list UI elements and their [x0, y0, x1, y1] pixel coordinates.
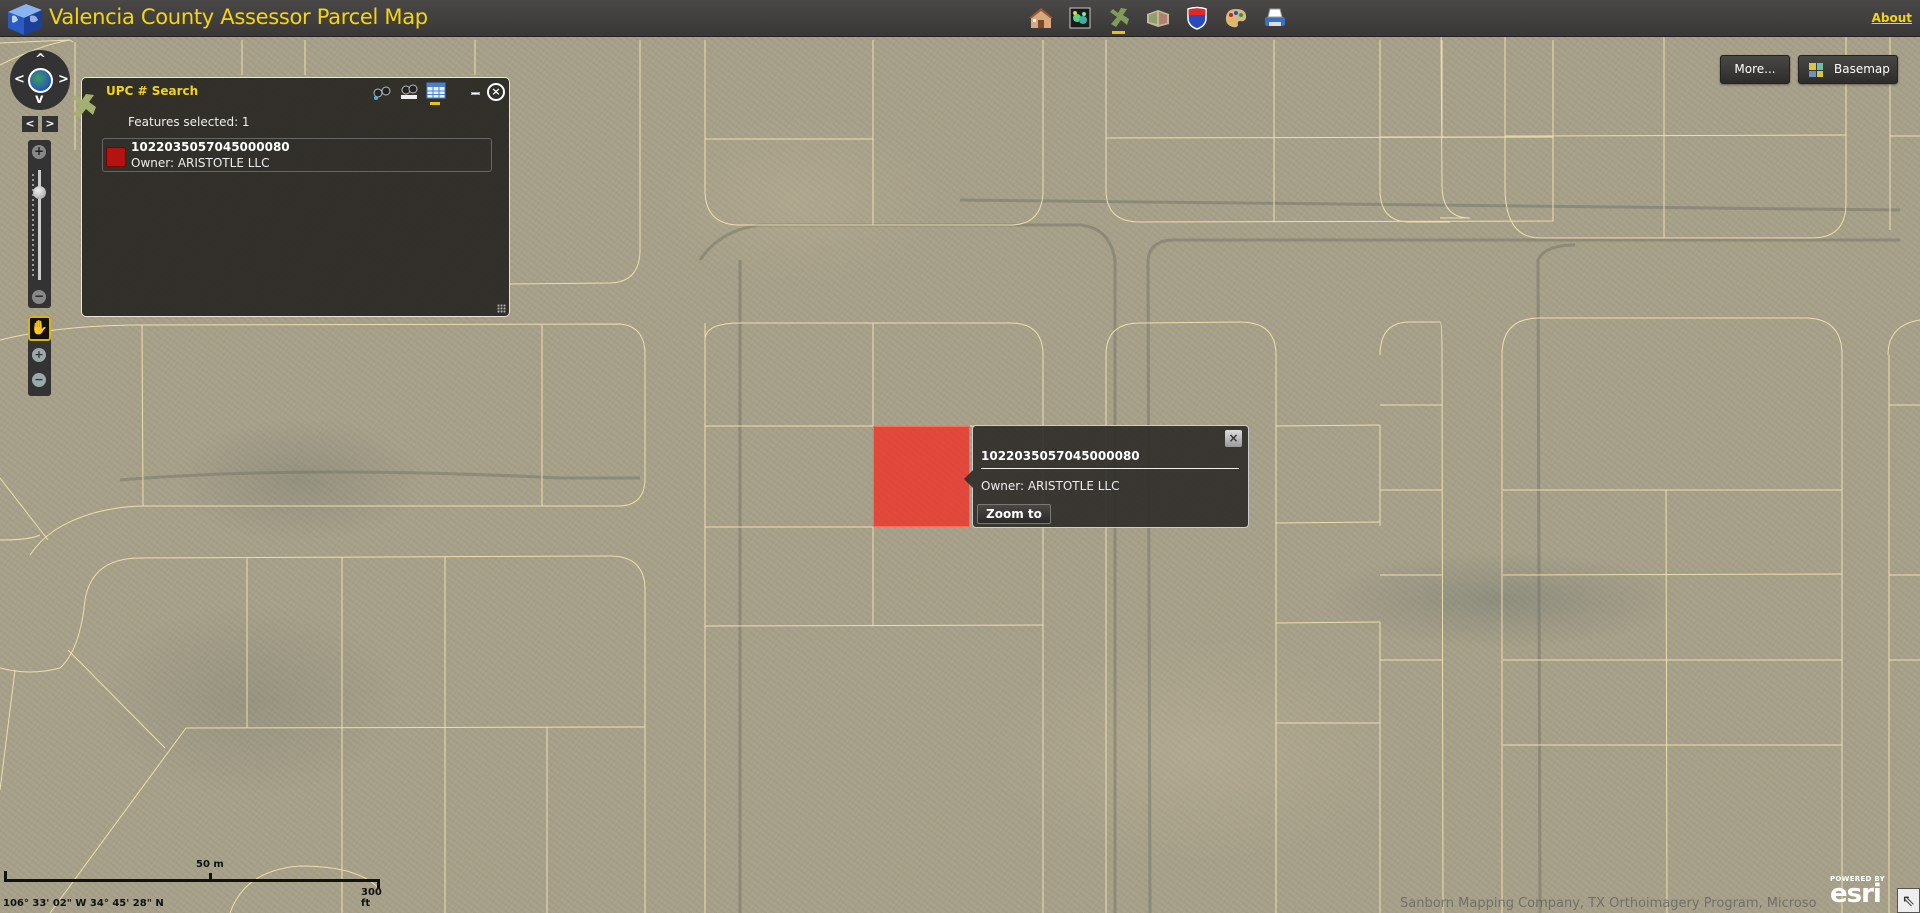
basemap-label: Basemap	[1834, 62, 1890, 76]
pan-left-button[interactable]: <	[14, 73, 25, 86]
scale-bar: 50 m 300 ft	[4, 859, 382, 909]
scale-bar-tick	[209, 873, 212, 881]
map-sheets-icon	[1147, 10, 1169, 27]
block-outline	[1105, 321, 1277, 913]
zoom-slider-thumb[interactable]	[33, 186, 46, 199]
scale-bar-line	[4, 879, 377, 882]
zoom-out-button[interactable]: −	[32, 290, 46, 304]
track	[1146, 238, 1900, 913]
pan-up-button[interactable]: ^	[35, 53, 46, 66]
features-selected-count: Features selected: 1	[128, 115, 250, 129]
basemap-button[interactable]: Basemap	[1798, 55, 1898, 84]
zoom-out-box-tool[interactable]: −	[32, 373, 46, 387]
widget-toolbar	[1026, 4, 1290, 34]
upc-search-panel: UPC # Search × Features selected: 1 1022…	[72, 77, 510, 317]
layers-icon	[1069, 7, 1091, 29]
scale-bar-tick	[4, 871, 7, 882]
scale-imperial-label: 300 ft	[361, 887, 382, 909]
maps-widget-button[interactable]	[1143, 4, 1173, 32]
panel-resize-handle[interactable]	[497, 304, 506, 313]
track	[1536, 243, 1576, 913]
home-widget-button[interactable]	[1026, 4, 1056, 32]
more-button[interactable]: More...	[1720, 55, 1790, 84]
pan-hand-tool[interactable]: ✋	[28, 316, 51, 341]
esri-wordmark: esri	[1830, 879, 1882, 909]
basemap-grid-icon	[1809, 63, 1823, 77]
interstate-shield-icon	[1187, 6, 1207, 30]
globe-cube-logo	[8, 4, 42, 35]
previous-extent-button[interactable]: <	[22, 116, 38, 132]
panel-title: UPC # Search	[106, 84, 199, 98]
esri-logo[interactable]: POWERED BY esri	[1830, 875, 1885, 909]
next-extent-button[interactable]: >	[42, 116, 58, 132]
block-outline	[704, 322, 1044, 913]
parcel-info-popup: × 1022035057045000080 Owner: ARISTOTLE L…	[964, 425, 1249, 528]
scale-metric-label: 50 m	[196, 859, 224, 870]
about-link[interactable]: About	[1872, 11, 1912, 25]
printer-icon	[1265, 8, 1285, 26]
selected-parcel-highlight[interactable]	[873, 426, 970, 527]
full-extent-globe-icon[interactable]	[28, 68, 53, 93]
zoom-to-button[interactable]: Zoom to	[977, 504, 1051, 524]
table-grid-icon	[426, 82, 446, 99]
popup-divider	[981, 468, 1239, 469]
track	[959, 198, 1901, 212]
minimize-panel-button[interactable]	[471, 92, 480, 95]
zoom-in-box-tool[interactable]: +	[32, 348, 46, 362]
zoom-in-button[interactable]: +	[32, 145, 46, 159]
app-title: Valencia County Assessor Parcel Map	[49, 5, 428, 29]
popup-parcel-id: 1022035057045000080	[981, 449, 1140, 463]
print-widget-button[interactable]	[1260, 4, 1290, 32]
parcel-search-icon	[72, 94, 96, 118]
coordinate-readout: 106° 33' 02" W 34° 45' 28" N	[3, 898, 164, 909]
pan-down-button[interactable]: v	[35, 93, 43, 106]
draw-widget-button[interactable]	[1221, 4, 1251, 32]
block-outline	[0, 323, 646, 556]
popup-owner: Owner: ARISTOTLE LLC	[981, 479, 1120, 493]
results-table-tab[interactable]	[426, 82, 446, 105]
parcel-search-icon	[1110, 8, 1129, 27]
overview-map-toggle[interactable]: ⇖	[1897, 888, 1920, 913]
search-by-shape-tab[interactable]	[372, 82, 392, 100]
result-color-swatch	[106, 147, 126, 167]
map-attribution: Sanborn Mapping Company, TX Orthoimagery…	[1400, 896, 1817, 911]
popup-pointer	[964, 470, 973, 488]
result-parcel-id: 1022035057045000080	[131, 140, 290, 154]
zoom-slider: + −	[28, 140, 51, 308]
block-outline	[84, 555, 646, 913]
binoculars-form-icon	[401, 84, 418, 99]
upc-search-widget-button[interactable]	[1104, 4, 1134, 34]
block-outline	[1501, 317, 1843, 913]
pan-navigation-control: ^ v < >	[10, 50, 70, 110]
track	[698, 223, 1117, 913]
block-outline	[704, 40, 1044, 226]
binoculars-icon	[373, 86, 391, 100]
layers-widget-button[interactable]	[1065, 4, 1095, 32]
close-panel-button[interactable]: ×	[487, 83, 505, 101]
close-popup-button[interactable]: ×	[1225, 430, 1242, 447]
app-header: Valencia County Assessor Parcel Map Abou…	[0, 0, 1920, 37]
roads-widget-button[interactable]	[1182, 4, 1212, 32]
nav-tools-group: ✋ + −	[28, 316, 51, 396]
search-by-attribute-tab[interactable]	[399, 82, 419, 100]
house-icon	[1029, 8, 1053, 28]
hand-icon: ✋	[30, 320, 49, 336]
panel-tool-tabs	[372, 82, 446, 105]
track	[119, 470, 640, 482]
palette-icon	[1225, 9, 1247, 28]
search-result-item[interactable]: 1022035057045000080 Owner: ARISTOTLE LLC	[102, 138, 492, 172]
block-outline	[1105, 40, 1554, 223]
pan-right-button[interactable]: >	[58, 73, 69, 86]
result-owner: Owner: ARISTOTLE LLC	[131, 156, 270, 170]
